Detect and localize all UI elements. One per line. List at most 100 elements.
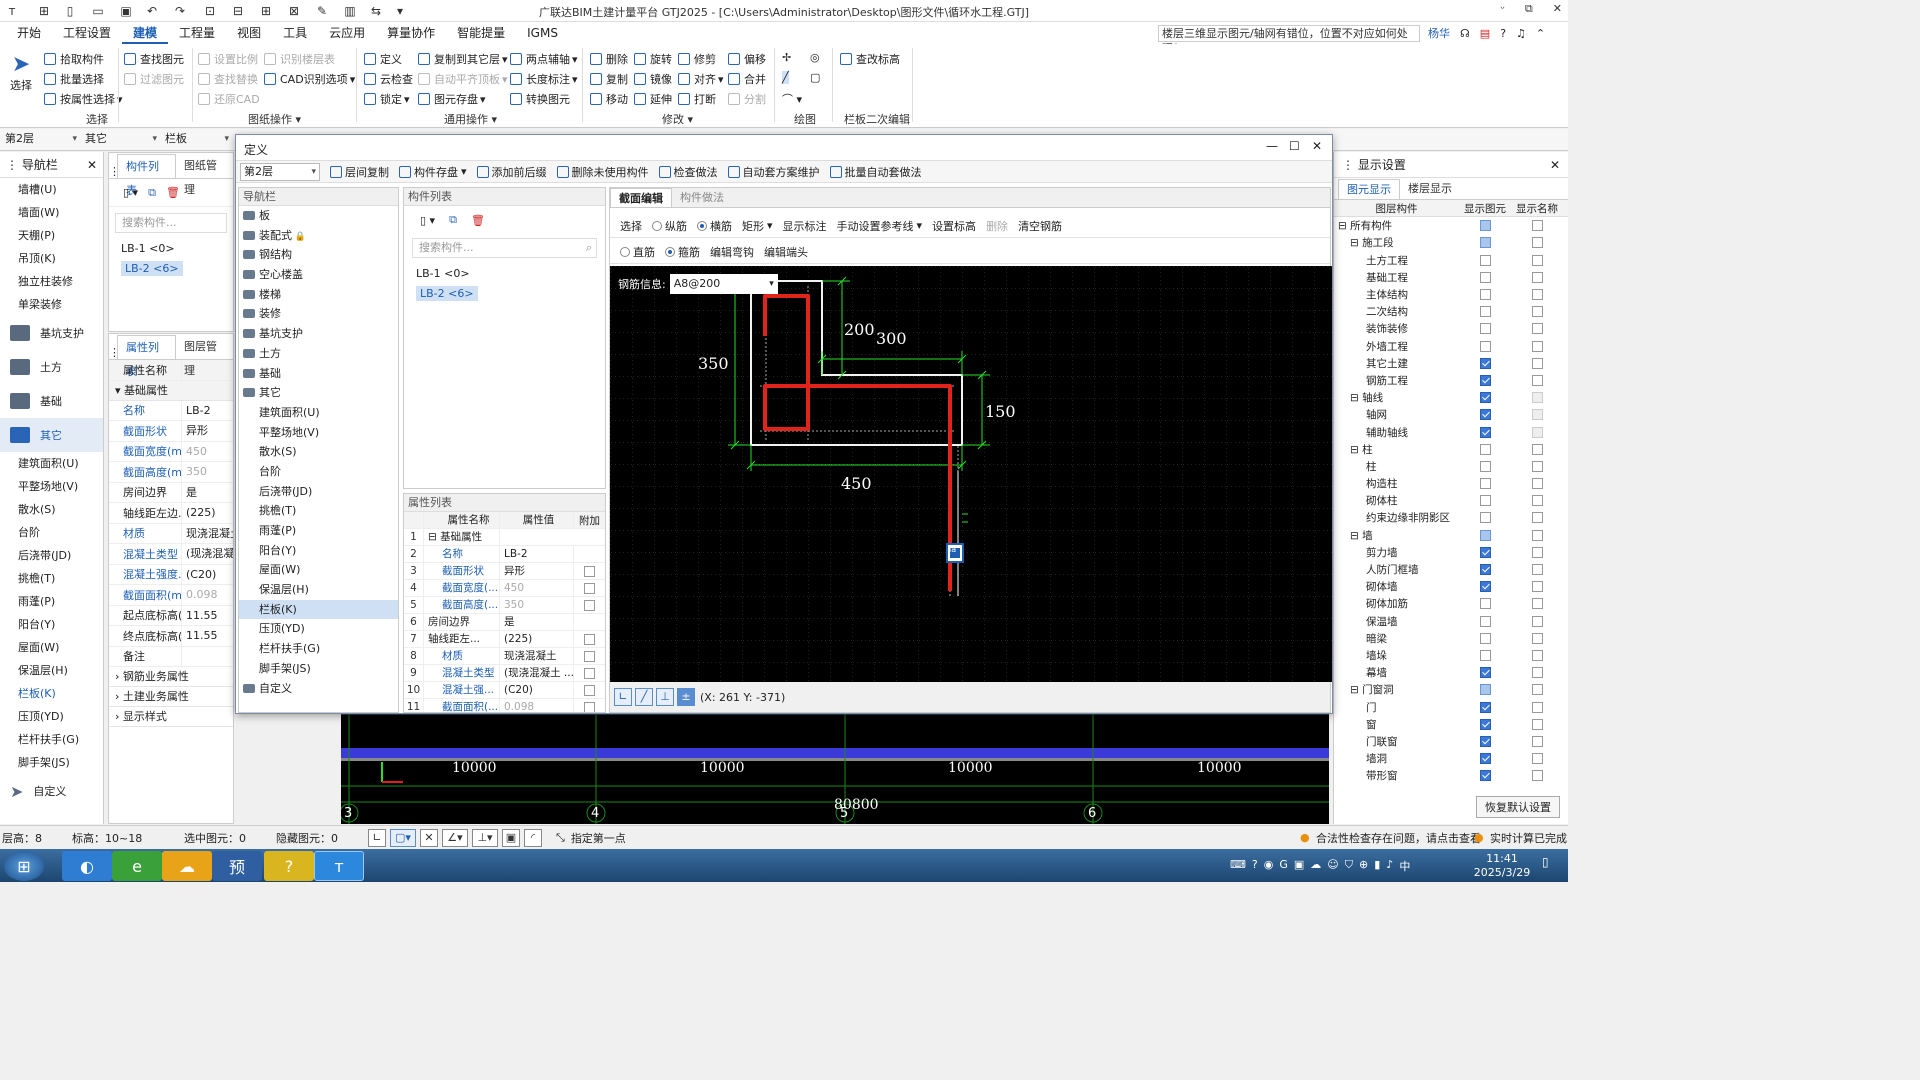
- taskbar-app-help-icon[interactable]: ?: [264, 851, 314, 881]
- type-select[interactable]: 其它: [82, 131, 160, 149]
- show-element-checkbox[interactable]: [1479, 254, 1491, 266]
- dialog-nav-category[interactable]: 板: [239, 206, 398, 226]
- nav-item[interactable]: 脚手架(JS): [0, 751, 103, 774]
- nav-cat[interactable]: 基础: [0, 384, 103, 418]
- nav-item[interactable]: 屋面(W): [0, 636, 103, 659]
- nav-item[interactable]: 吊顶(K): [0, 247, 103, 270]
- help-icon[interactable]: ?: [1500, 27, 1506, 40]
- tab-component-method[interactable]: 构件做法: [672, 188, 732, 207]
- property-row[interactable]: 终点底标高(m)11.55: [109, 626, 233, 647]
- user-name[interactable]: 杨华: [1428, 25, 1450, 41]
- property-value[interactable]: 是: [500, 614, 574, 630]
- property-table-row[interactable]: 10 混凝土强... (C20): [404, 682, 605, 699]
- show-name-checkbox[interactable]: [1531, 564, 1543, 576]
- property-value[interactable]: 450: [500, 580, 574, 596]
- two-point-axis-button[interactable]: 两点辅轴 ▾: [510, 51, 578, 67]
- property-value[interactable]: 0.098: [500, 699, 574, 712]
- show-name-checkbox[interactable]: [1531, 237, 1543, 249]
- collapse-icon[interactable]: ⊟: [1350, 237, 1362, 249]
- property-value[interactable]: 异形: [500, 563, 574, 579]
- show-name-checkbox[interactable]: [1531, 374, 1543, 386]
- property-value[interactable]: LB-2: [181, 400, 233, 420]
- menu-quantities[interactable]: 工程量: [168, 22, 226, 44]
- show-name-checkbox[interactable]: [1531, 460, 1543, 472]
- delete-component-icon[interactable]: 🗑: [471, 214, 485, 227]
- dialog-nav-category[interactable]: 其它: [239, 383, 398, 403]
- show-name-checkbox[interactable]: [1531, 615, 1543, 627]
- offset-button[interactable]: 偏移: [728, 51, 766, 67]
- attach-checkbox[interactable]: [584, 701, 595, 712]
- attach-checkbox[interactable]: [584, 633, 595, 645]
- dialog-component-search-input[interactable]: 搜索构件... ⌕: [412, 238, 597, 258]
- rotate-button[interactable]: 旋转: [634, 51, 672, 67]
- dialog-nav-item[interactable]: 建筑面积(U): [239, 403, 398, 423]
- menu-igms[interactable]: IGMS: [516, 22, 569, 44]
- section-canvas[interactable]: 350 200 300 150 450 la 钢筋信息: A8@200 ▾: [610, 266, 1332, 682]
- property-section-collapsed[interactable]: › 土建业务属性: [109, 687, 233, 707]
- show-element-checkbox[interactable]: [1479, 529, 1491, 541]
- midpoint-icon[interactable]: ±: [677, 688, 695, 706]
- select-tool-button[interactable]: ➤ 选择: [10, 52, 32, 93]
- dialog-floor-select[interactable]: 第2层: [240, 162, 320, 181]
- batch-select-button[interactable]: 批量选择: [44, 71, 104, 87]
- dialog-nav-category[interactable]: 土方: [239, 344, 398, 364]
- menu-tools[interactable]: 工具: [272, 22, 318, 44]
- taskbar-app-gtj-icon[interactable]: ᴛ: [314, 851, 364, 881]
- show-element-checkbox[interactable]: [1479, 478, 1491, 490]
- show-name-checkbox[interactable]: [1531, 753, 1543, 765]
- copy-button[interactable]: 复制: [590, 71, 628, 87]
- show-name-checkbox[interactable]: [1531, 546, 1543, 558]
- property-row[interactable]: 起点底标高(m)11.55: [109, 605, 233, 626]
- show-name-checkbox[interactable]: [1531, 598, 1543, 610]
- ortho-icon[interactable]: ∟: [614, 688, 632, 706]
- property-value[interactable]: (C20): [181, 564, 233, 584]
- merge-button[interactable]: 合并: [728, 71, 766, 87]
- trim-button[interactable]: 修剪: [678, 51, 716, 67]
- list-item[interactable]: LB-1 <0>: [404, 264, 605, 284]
- dialog-nav-category[interactable]: 自定义: [239, 679, 398, 699]
- show-element-checkbox[interactable]: [1479, 701, 1491, 713]
- filter-element-button[interactable]: 过滤图元: [124, 71, 184, 87]
- property-value[interactable]: (225): [181, 503, 233, 523]
- property-table-row[interactable]: 7 轴线距左... (225): [404, 631, 605, 648]
- property-value[interactable]: 异形: [181, 421, 233, 441]
- rebar-tag-label[interactable]: la: [949, 545, 956, 554]
- property-value[interactable]: 0.098: [181, 585, 233, 605]
- tray-g-icon[interactable]: G: [1279, 858, 1288, 874]
- cloud-check-button[interactable]: 云检查: [364, 71, 413, 87]
- property-value[interactable]: 11.55: [181, 605, 233, 625]
- nav-item[interactable]: 墙槽(U): [0, 178, 103, 201]
- collapse-icon[interactable]: ⊟: [1350, 392, 1362, 404]
- show-name-checkbox[interactable]: [1531, 718, 1543, 730]
- tab-layer-management[interactable]: 图层管理: [176, 335, 233, 377]
- close-icon[interactable]: ✕: [1553, 2, 1562, 16]
- close-nav-icon[interactable]: ✕: [87, 158, 97, 172]
- property-value[interactable]: 是: [181, 482, 233, 502]
- nav-item[interactable]: 栏板(K): [0, 682, 103, 705]
- copy-component-icon[interactable]: ⧉: [449, 213, 457, 227]
- show-name-checkbox[interactable]: [1531, 220, 1543, 232]
- property-row[interactable]: 截面形状 异形: [109, 421, 233, 442]
- menu-smart[interactable]: 智能提量: [446, 22, 516, 44]
- component-select[interactable]: 栏板: [162, 131, 232, 149]
- show-element-checkbox[interactable]: [1479, 735, 1491, 747]
- show-name-checkbox[interactable]: [1531, 684, 1543, 696]
- dialog-nav-category[interactable]: 基础: [239, 364, 398, 384]
- show-name-checkbox[interactable]: [1531, 289, 1543, 301]
- show-name-checkbox[interactable]: [1531, 357, 1543, 369]
- nav-item[interactable]: 独立柱装修: [0, 270, 103, 293]
- delete-unused-button[interactable]: 删除未使用构件: [556, 164, 649, 180]
- dialog-nav-item[interactable]: 屋面(W): [239, 560, 398, 580]
- grid-snap-icon[interactable]: ▣: [502, 828, 520, 847]
- show-name-checkbox[interactable]: [1531, 340, 1543, 352]
- point-snap-icon[interactable]: ⊥▾: [472, 828, 498, 847]
- nav-item[interactable]: 单梁装修: [0, 293, 103, 316]
- ortho-snap-icon[interactable]: ∟: [368, 828, 386, 847]
- menu-start[interactable]: 开始: [6, 22, 52, 44]
- show-element-checkbox[interactable]: [1479, 495, 1491, 507]
- box-icon[interactable]: ▤: [1480, 27, 1490, 40]
- lock-button[interactable]: 锁定 ▾: [364, 91, 410, 107]
- rectangle-dropdown[interactable]: 矩形 ▾: [742, 218, 773, 234]
- recognize-floor-table-button[interactable]: 识别楼层表: [264, 51, 335, 67]
- nav-item[interactable]: 挑檐(T): [0, 567, 103, 590]
